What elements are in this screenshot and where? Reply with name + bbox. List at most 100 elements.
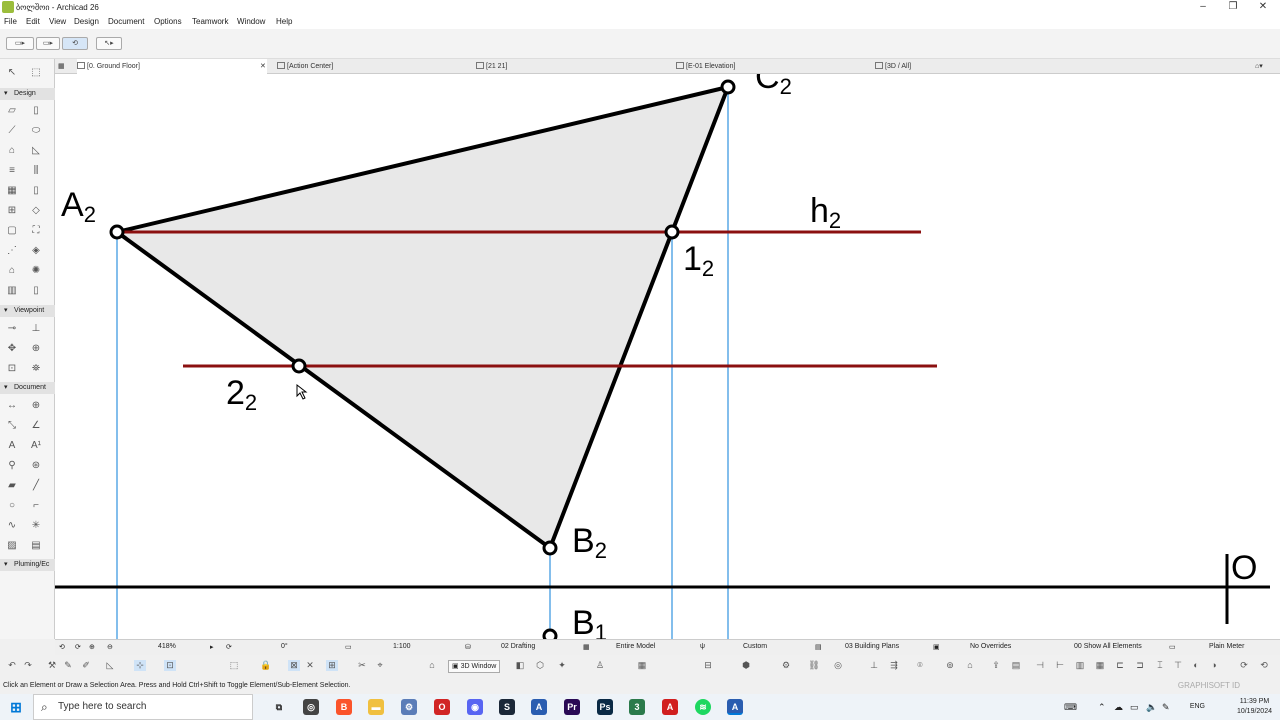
elevation-marker-icon[interactable]: ⊢	[1054, 660, 1066, 671]
menu-window[interactable]: Window	[237, 17, 265, 26]
cutaway-icon[interactable]: ▦	[636, 660, 648, 671]
language-indicator[interactable]: ENG	[1190, 703, 1205, 710]
trim-icon[interactable]: ✂	[356, 660, 368, 671]
point-a2[interactable]	[109, 224, 125, 240]
measure-icon[interactable]: ⌖	[374, 660, 386, 671]
tab-ground-floor[interactable]: [0. Ground Floor]	[77, 59, 267, 74]
mesh-tool-icon[interactable]: ⋰	[5, 245, 19, 257]
cancel-icon[interactable]: ✕	[304, 660, 316, 671]
arrow-tool-icon[interactable]: ↖	[5, 67, 19, 79]
detail-marker-icon[interactable]: ⊏	[1114, 660, 1126, 671]
3d-nav-icon[interactable]: ✦	[556, 660, 568, 671]
cube-icon[interactable]: ⬢	[740, 660, 752, 671]
steam-icon[interactable]: S	[499, 699, 515, 715]
snap-guides-icon[interactable]: ⊹	[134, 660, 146, 671]
pen-set-combo[interactable]: Custom	[743, 643, 767, 650]
inject-icon[interactable]: ✐	[80, 660, 92, 671]
marker-tool-icon[interactable]: ⚲	[5, 460, 19, 472]
tab-section[interactable]: [21 21]	[476, 59, 507, 74]
3d-window-button[interactable]: ▣ 3D Window	[448, 660, 501, 673]
triangle-abc[interactable]	[115, 85, 730, 550]
task-view-icon[interactable]: ⧉	[271, 699, 287, 715]
walk-icon[interactable]: ♙	[594, 660, 606, 671]
align-icon[interactable]: ⊥	[868, 660, 880, 671]
tray-chevron-icon[interactable]: ⌃	[1098, 702, 1106, 713]
tab-3d[interactable]: [3D / All]	[875, 59, 911, 74]
layout-book-icon[interactable]: ▤	[1010, 660, 1022, 671]
spotify-icon[interactable]: ≋	[695, 699, 711, 715]
hotspot-tool-icon[interactable]: ✳	[29, 520, 43, 532]
interior-elev-icon[interactable]: ▥	[1074, 660, 1086, 671]
shell-tool-icon[interactable]: ◺	[29, 145, 43, 157]
scale-value[interactable]: 1:100	[393, 643, 411, 650]
lamp-tool-icon[interactable]: ✺	[29, 265, 43, 277]
opening-tool-icon[interactable]: ▢	[5, 225, 19, 237]
pen-icon[interactable]: ✎	[1162, 702, 1170, 713]
menu-edit[interactable]: Edit	[26, 17, 40, 26]
suspend-groups-icon[interactable]: ⊠	[288, 660, 300, 671]
graphisoft-id-link[interactable]: GRAPHISOFT ID	[1178, 678, 1240, 694]
volume-icon[interactable]: 🔈	[1146, 702, 1157, 713]
undo-view-icon[interactable]: ⟲	[59, 643, 65, 651]
guide-icon[interactable]: ◺	[104, 660, 116, 671]
archicad-active-icon[interactable]: A	[727, 699, 743, 715]
menu-design[interactable]: Design	[74, 17, 99, 26]
slab-tool-icon[interactable]: ⬭	[29, 125, 43, 137]
autocad-icon[interactable]: A	[662, 699, 678, 715]
text-tool-icon[interactable]: A	[5, 440, 19, 452]
section-marker-icon[interactable]: ⊣	[1034, 660, 1046, 671]
interior-elevation-tool-icon[interactable]: ✥	[5, 343, 19, 355]
point-22[interactable]	[291, 358, 307, 374]
angle-dimension-tool-icon[interactable]: ∠	[29, 420, 43, 432]
3d-box-icon[interactable]: ⬡	[534, 660, 546, 671]
3d-orbit-icon[interactable]: ◧	[514, 660, 526, 671]
tab-close-icon[interactable]: ✕	[260, 59, 266, 74]
taskbar-search-input[interactable]: ⌕ Type here to search	[33, 694, 253, 720]
3ds-max-icon[interactable]: 3	[629, 699, 645, 715]
premiere-icon[interactable]: Pr	[564, 699, 580, 715]
archicad-taskbar-icon[interactable]: A	[531, 699, 547, 715]
layer-button[interactable]: ▭▸	[6, 37, 34, 50]
menu-teamwork[interactable]: Teamwork	[192, 17, 228, 26]
drawing-canvas[interactable]: A2 C2 h2 12 22 B2 B1 O	[55, 74, 1280, 639]
graphic-view-combo[interactable]: 03 Building Plans	[845, 643, 899, 650]
layout-icon[interactable]: ⌂	[426, 660, 438, 671]
change-marker-icon[interactable]: ⊐	[1134, 660, 1146, 671]
library-tool-icon[interactable]: ▯	[29, 285, 43, 297]
section-viewpoint[interactable]: Viewpoint	[0, 305, 55, 317]
brave-browser-icon[interactable]: B	[336, 699, 352, 715]
gravity-icon[interactable]: ⊡	[164, 660, 176, 671]
zoom-in-icon[interactable]: ⊕	[89, 643, 95, 651]
skylight-tool-icon[interactable]: ◇	[29, 205, 43, 217]
stair-tool-icon[interactable]: ≡	[5, 165, 19, 177]
section-tool-icon[interactable]: ⊸	[5, 323, 19, 335]
wall-tool-icon[interactable]: ▱	[5, 105, 19, 117]
zoom-value[interactable]: 418%	[158, 643, 176, 650]
beam-tool-icon[interactable]: ⟋	[5, 125, 19, 137]
model-view-combo[interactable]: Entire Model	[616, 643, 655, 650]
railing-tool-icon[interactable]: ⫼	[29, 165, 43, 177]
render-icon[interactable]: ◎	[832, 660, 844, 671]
toggle-b-icon[interactable]: ◑	[1208, 660, 1220, 671]
label-tool-icon[interactable]: A¹	[29, 440, 43, 452]
settings-icon[interactable]: ⚙	[780, 660, 792, 671]
camera-icon[interactable]: ⌾	[914, 660, 926, 671]
section-document[interactable]: Document	[0, 382, 55, 394]
refresh-icon[interactable]: ⟳	[1238, 660, 1250, 671]
worksheet-marker-icon[interactable]: ▦	[1094, 660, 1106, 671]
undo-icon[interactable]: ↶	[6, 660, 18, 671]
select-mode-button[interactable]: ▭▸	[36, 37, 60, 50]
object-tool-icon[interactable]: ⛶	[29, 225, 43, 237]
discord-icon[interactable]: ◉	[467, 699, 483, 715]
battery-icon[interactable]: ▭	[1130, 702, 1139, 713]
rebuild-icon[interactable]: ⟲	[1258, 660, 1270, 671]
door-tool-icon[interactable]: ▯	[29, 185, 43, 197]
tab-elevation[interactable]: [E-01 Elevation]	[676, 59, 735, 74]
close-button[interactable]: ✕	[1248, 0, 1278, 15]
polyline-tool-icon[interactable]: ⌐	[29, 500, 43, 512]
section-plane-icon[interactable]: ⊟	[702, 660, 714, 671]
overrides-combo[interactable]: No Overrides	[970, 643, 1011, 650]
image-tool-icon[interactable]: ▨	[5, 540, 19, 552]
detail-tool-icon[interactable]: ⊡	[5, 363, 19, 375]
morph-tool-icon[interactable]: ◈	[29, 245, 43, 257]
